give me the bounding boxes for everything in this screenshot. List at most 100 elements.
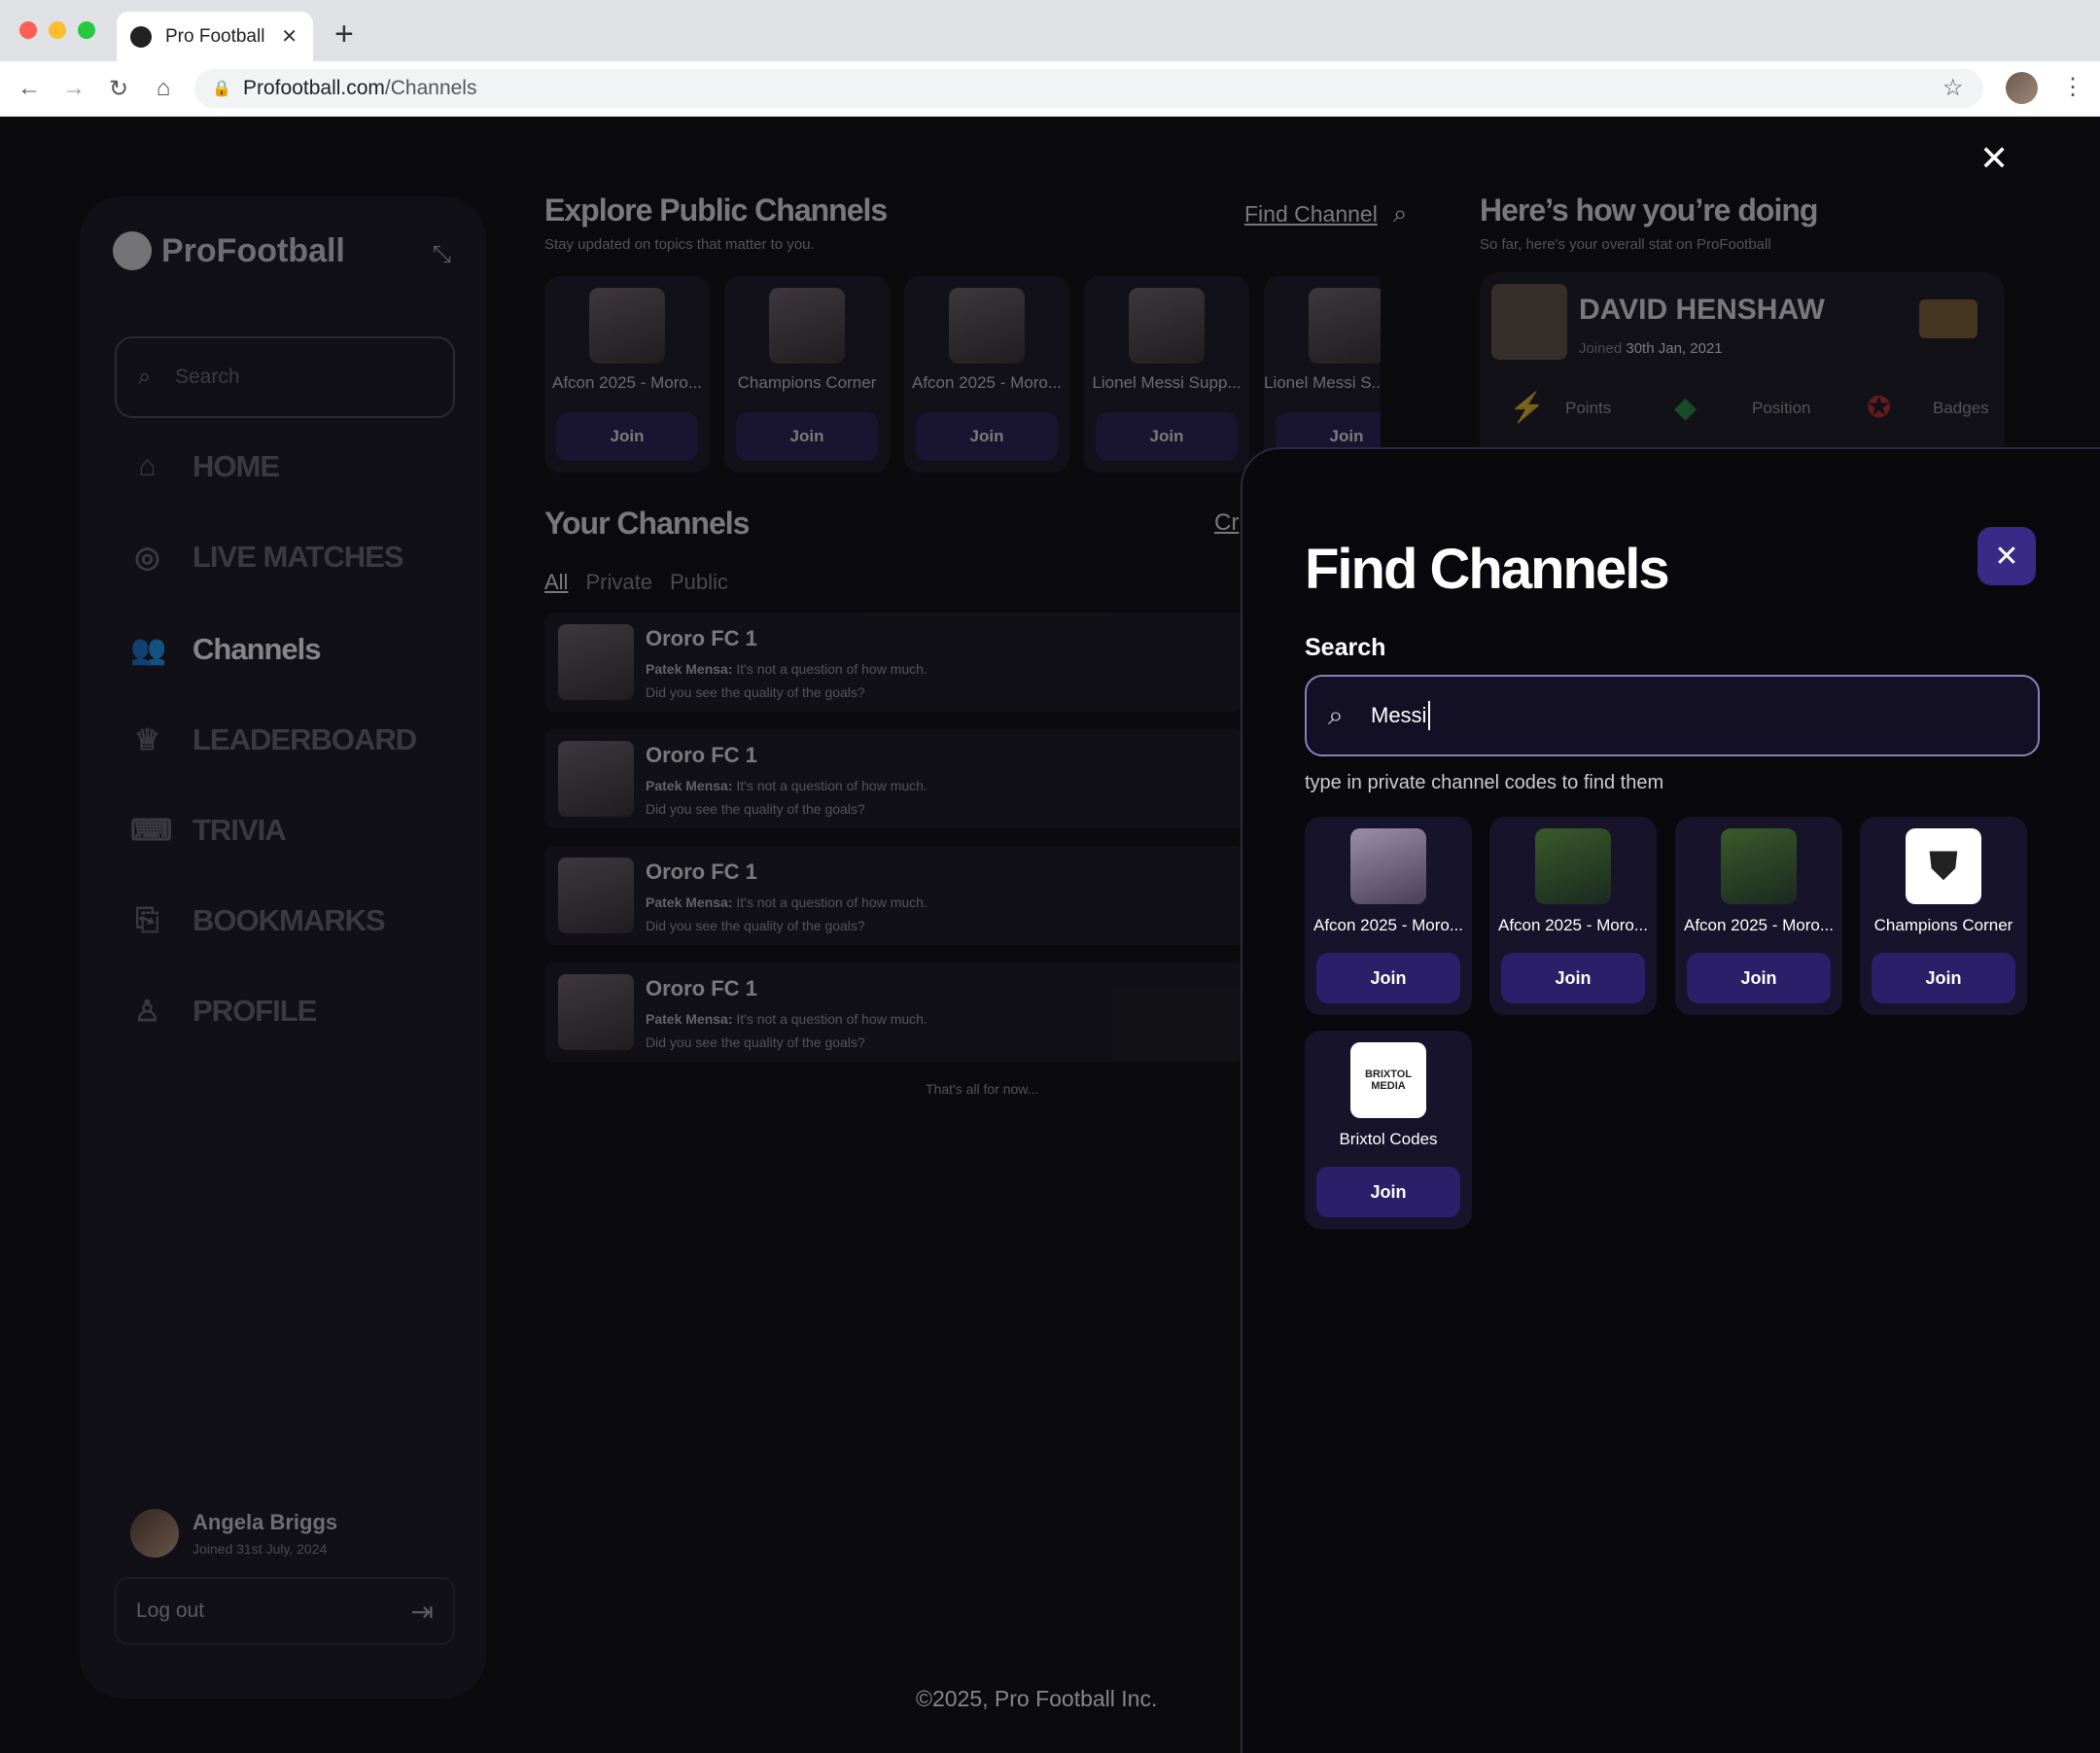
browser-tab[interactable]: Pro Football ✕ bbox=[117, 12, 313, 61]
channel-image bbox=[558, 624, 634, 700]
new-tab-button[interactable]: + bbox=[334, 18, 354, 51]
lightning-icon: ⚡ bbox=[1509, 392, 1546, 424]
minimize-window-button[interactable] bbox=[49, 21, 66, 39]
back-icon[interactable]: ← bbox=[16, 75, 43, 102]
search-icon: ⌕ bbox=[1328, 700, 1344, 730]
message-text: It's not a question of how much. bbox=[736, 661, 928, 677]
joined-prefix: Joined bbox=[1579, 340, 1623, 357]
tab-all[interactable]: All bbox=[544, 570, 568, 595]
search-label: Search bbox=[1305, 634, 1386, 661]
position-label: Position bbox=[1752, 399, 1811, 417]
result-card[interactable]: Afcon 2025 - Moro... Join bbox=[1305, 817, 1472, 1015]
join-button[interactable]: Join bbox=[1872, 953, 2015, 1003]
channel-title: Afcon 2025 - Moro... bbox=[1312, 916, 1464, 934]
channel-search-input[interactable]: ⌕ Messi bbox=[1305, 675, 2040, 756]
join-button[interactable]: Join bbox=[1316, 953, 1460, 1003]
logout-label: Log out bbox=[136, 1599, 205, 1622]
channel-image bbox=[1309, 288, 1381, 364]
text-cursor bbox=[1428, 701, 1431, 730]
joined-date: 30th Jan, 2021 bbox=[1626, 340, 1723, 357]
channel-card[interactable]: Lionel Messi S... Join bbox=[1264, 276, 1381, 473]
badge-icon bbox=[1919, 299, 1978, 338]
browser-toolbar: ← → ↻ ⌂ 🔒 Profootball.com/Channels ☆ ⋮ bbox=[0, 61, 2100, 117]
page: ✕ ProFootball ⤡ ⌕ Search ⌂ HOME ◎ LIVE MAT… bbox=[0, 117, 2100, 1753]
message-text: Did you see the quality of the goals? bbox=[646, 1034, 865, 1050]
channel-row[interactable]: Ororo FC 1 Patek Mensa: It's not a questi… bbox=[544, 963, 1244, 1062]
channel-row[interactable]: Ororo FC 1 Patek Mensa: It's not a questi… bbox=[544, 846, 1244, 945]
result-card[interactable]: BRIXTOL MEDIA Brixtol Codes Join bbox=[1305, 1031, 1472, 1229]
channel-title: Lionel Messi S... bbox=[1264, 373, 1381, 392]
reload-icon[interactable]: ↻ bbox=[105, 75, 132, 102]
medal-icon: ✪ bbox=[1867, 392, 1892, 424]
channel-image bbox=[558, 741, 634, 817]
address-bar[interactable]: 🔒 Profootball.com/Channels bbox=[194, 69, 1983, 108]
channel-name: Ororo FC 1 bbox=[646, 976, 757, 1000]
avatar bbox=[130, 1509, 179, 1558]
your-channels-section: Your Channels Cr All Private Public Oror… bbox=[0, 117, 1264, 1283]
user-joined: Joined 31st July, 2024 bbox=[192, 1541, 328, 1557]
join-button[interactable]: Join bbox=[1316, 1167, 1460, 1217]
channel-image bbox=[1535, 828, 1611, 904]
message-sender: Patek Mensa: bbox=[646, 1011, 733, 1027]
url-path: /Channels bbox=[384, 77, 477, 99]
tab-title: Pro Football bbox=[165, 25, 265, 47]
stats-card: DAVID HENSHAW Joined 30th Jan, 2021 ⚡ Po… bbox=[1480, 272, 2005, 467]
channel-title: Afcon 2025 - Moro... bbox=[1683, 916, 1835, 934]
message-text: Did you see the quality of the goals? bbox=[646, 918, 865, 933]
points-label: Points bbox=[1565, 399, 1612, 417]
result-card[interactable]: Afcon 2025 - Moro... Join bbox=[1675, 817, 1842, 1015]
channel-title: Afcon 2025 - Moro... bbox=[1497, 916, 1649, 934]
result-card[interactable]: Afcon 2025 - Moro... Join bbox=[1489, 817, 1657, 1015]
message-text: Did you see the quality of the goals? bbox=[646, 801, 865, 817]
close-panel-button[interactable]: ✕ bbox=[1978, 527, 2036, 585]
search-value: Messi bbox=[1371, 703, 1427, 727]
result-card[interactable]: ⛊ Champions Corner Join bbox=[1860, 817, 2027, 1015]
logout-button[interactable]: Log out ⇥ bbox=[115, 1577, 455, 1645]
channel-title: Champions Corner bbox=[1873, 916, 2013, 934]
forward-icon[interactable]: → bbox=[60, 75, 88, 102]
message-sender: Patek Mensa: bbox=[646, 661, 733, 677]
bookmark-star-icon[interactable]: ☆ bbox=[1942, 74, 1964, 102]
maximize-window-button[interactable] bbox=[78, 21, 95, 39]
channel-name: Ororo FC 1 bbox=[646, 743, 757, 767]
url-host: Profootball.com bbox=[243, 77, 385, 99]
lock-icon: 🔒 bbox=[212, 81, 231, 97]
badges-label: Badges bbox=[1933, 399, 1989, 417]
channel-title: Brixtol Codes bbox=[1339, 1130, 1438, 1148]
your-channels-title: Your Channels bbox=[544, 506, 750, 541]
panel-title: Find Channels bbox=[1305, 538, 1670, 601]
favicon-icon bbox=[130, 25, 152, 48]
menu-icon[interactable]: ⋮ bbox=[2061, 73, 2084, 101]
close-icon[interactable]: ✕ bbox=[1979, 138, 2009, 179]
close-tab-icon[interactable]: ✕ bbox=[281, 24, 298, 49]
stats-subtitle: So far, here's your overall stat on ProF… bbox=[1480, 236, 1771, 253]
gem-icon: ◆ bbox=[1674, 392, 1698, 424]
channel-image bbox=[558, 974, 634, 1050]
message-text: It's not a question of how much. bbox=[736, 1011, 928, 1027]
channel-filter-tabs: All Private Public bbox=[544, 570, 728, 595]
user-name: Angela Briggs bbox=[192, 1510, 338, 1534]
message-text: Did you see the quality of the goals? bbox=[646, 684, 865, 700]
channel-name: Ororo FC 1 bbox=[646, 859, 757, 884]
message-sender: Patek Mensa: bbox=[646, 778, 733, 793]
search-hint: type in private channel codes to find th… bbox=[1305, 772, 1664, 793]
avatar bbox=[1491, 284, 1567, 360]
end-note: That's all for now... bbox=[926, 1081, 1039, 1097]
channel-row[interactable]: Ororo FC 1 Patek Mensa: It's not a questi… bbox=[544, 729, 1244, 828]
close-window-button[interactable] bbox=[19, 21, 37, 39]
browser-tab-strip: Pro Football ✕ + bbox=[0, 0, 2100, 61]
channel-image bbox=[558, 858, 634, 933]
channel-image bbox=[1721, 828, 1797, 904]
message-sender: Patek Mensa: bbox=[646, 894, 733, 910]
stats-title: Here’s how you’re doing bbox=[1480, 193, 1818, 228]
profile-avatar[interactable] bbox=[2006, 72, 2038, 104]
channel-row[interactable]: Ororo FC 1 Patek Mensa: It's not a questi… bbox=[544, 613, 1244, 712]
join-button[interactable]: Join bbox=[1501, 953, 1645, 1003]
user-info: Angela Briggs Joined 31st July, 2024 bbox=[130, 1509, 337, 1558]
channel-name: Ororo FC 1 bbox=[646, 626, 757, 650]
tab-private[interactable]: Private bbox=[585, 570, 651, 595]
create-channel-link[interactable]: Cr bbox=[1214, 509, 1239, 537]
home-browser-icon[interactable]: ⌂ bbox=[150, 75, 177, 102]
join-button[interactable]: Join bbox=[1687, 953, 1831, 1003]
tab-public[interactable]: Public bbox=[670, 570, 728, 595]
